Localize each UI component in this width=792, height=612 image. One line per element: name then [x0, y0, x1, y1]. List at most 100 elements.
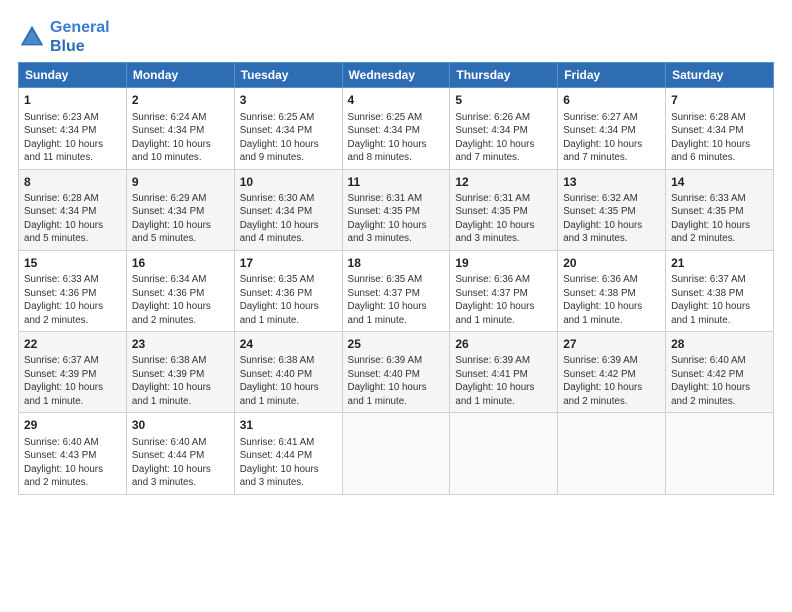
calendar-week-3: 15Sunrise: 6:33 AM Sunset: 4:36 PM Dayli… — [19, 250, 774, 331]
calendar-week-1: 1 Sunrise: 6:23 AM Sunset: 4:34 PM Daylig… — [19, 88, 774, 169]
day-cell-8: 8 Sunrise: 6:28 AM Sunset: 4:34 PM Daylig… — [19, 169, 127, 250]
day-cell-11: 11Sunrise: 6:31 AM Sunset: 4:35 PM Dayli… — [342, 169, 450, 250]
day-cell-17: 17Sunrise: 6:35 AM Sunset: 4:36 PM Dayli… — [234, 250, 342, 331]
day-info: Sunrise: 6:30 AM Sunset: 4:34 PM Dayligh… — [240, 192, 337, 246]
day-number: 9 — [132, 174, 229, 190]
day-cell-24: 24 Sunrise: 6:38 AM Sunset: 4:40 PM Dayli… — [234, 332, 342, 413]
day-cell-15: 15Sunrise: 6:33 AM Sunset: 4:36 PM Dayli… — [19, 250, 127, 331]
day-number: 30 — [132, 417, 229, 433]
day-number: 28 — [671, 336, 768, 352]
day-number: 26 — [455, 336, 552, 352]
day-number: 29 — [24, 417, 121, 433]
logo-text: General Blue — [50, 18, 110, 56]
empty-cell — [450, 413, 558, 494]
day-info: Sunrise: 6:36 AM Sunset: 4:37 PM Dayligh… — [455, 273, 552, 327]
day-info: Sunrise: 6:31 AM Sunset: 4:35 PM Dayligh… — [455, 192, 552, 246]
day-number: 24 — [240, 336, 337, 352]
day-info: Sunrise: 6:41 AM Sunset: 4:44 PM Dayligh… — [240, 436, 337, 490]
day-cell-16: 16 Sunrise: 6:34 AM Sunset: 4:36 PM Dayli… — [126, 250, 234, 331]
day-info: Sunrise: 6:32 AM Sunset: 4:35 PM Dayligh… — [563, 192, 660, 246]
day-info: Sunrise: 6:39 AM Sunset: 4:40 PM Dayligh… — [348, 354, 445, 408]
day-number: 31 — [240, 417, 337, 433]
day-cell-14: 14Sunrise: 6:33 AM Sunset: 4:35 PM Dayli… — [666, 169, 774, 250]
day-cell-30: 30 Sunrise: 6:40 AM Sunset: 4:44 PM Dayli… — [126, 413, 234, 494]
day-number: 21 — [671, 255, 768, 271]
calendar-table: SundayMondayTuesdayWednesdayThursdayFrid… — [18, 62, 774, 494]
day-info: Sunrise: 6:25 AM Sunset: 4:34 PM Dayligh… — [240, 111, 337, 165]
day-info: Sunrise: 6:34 AM Sunset: 4:36 PM Dayligh… — [132, 273, 229, 327]
day-cell-4: 4 Sunrise: 6:25 AM Sunset: 4:34 PM Daylig… — [342, 88, 450, 169]
header: General Blue — [18, 18, 774, 56]
day-cell-18: 18Sunrise: 6:35 AM Sunset: 4:37 PM Dayli… — [342, 250, 450, 331]
day-info: Sunrise: 6:29 AM Sunset: 4:34 PM Dayligh… — [132, 192, 229, 246]
day-info: Sunrise: 6:37 AM Sunset: 4:38 PM Dayligh… — [671, 273, 768, 327]
day-info: Sunrise: 6:28 AM Sunset: 4:34 PM Dayligh… — [671, 111, 768, 165]
day-number: 22 — [24, 336, 121, 352]
day-info: Sunrise: 6:38 AM Sunset: 4:39 PM Dayligh… — [132, 354, 229, 408]
day-number: 8 — [24, 174, 121, 190]
day-number: 27 — [563, 336, 660, 352]
col-header-monday: Monday — [126, 63, 234, 88]
day-cell-29: 29 Sunrise: 6:40 AM Sunset: 4:43 PM Dayli… — [19, 413, 127, 494]
day-number: 11 — [348, 174, 445, 190]
day-number: 23 — [132, 336, 229, 352]
day-cell-25: 25Sunrise: 6:39 AM Sunset: 4:40 PM Dayli… — [342, 332, 450, 413]
calendar-week-2: 8 Sunrise: 6:28 AM Sunset: 4:34 PM Daylig… — [19, 169, 774, 250]
day-info: Sunrise: 6:40 AM Sunset: 4:44 PM Dayligh… — [132, 436, 229, 490]
day-number: 19 — [455, 255, 552, 271]
day-number: 17 — [240, 255, 337, 271]
col-header-wednesday: Wednesday — [342, 63, 450, 88]
day-number: 1 — [24, 92, 121, 108]
day-cell-22: 22 Sunrise: 6:37 AM Sunset: 4:39 PM Dayli… — [19, 332, 127, 413]
logo-icon — [18, 23, 46, 51]
day-cell-5: 5 Sunrise: 6:26 AM Sunset: 4:34 PM Daylig… — [450, 88, 558, 169]
empty-cell — [342, 413, 450, 494]
day-info: Sunrise: 6:39 AM Sunset: 4:41 PM Dayligh… — [455, 354, 552, 408]
day-info: Sunrise: 6:37 AM Sunset: 4:39 PM Dayligh… — [24, 354, 121, 408]
col-header-thursday: Thursday — [450, 63, 558, 88]
day-cell-2: 2 Sunrise: 6:24 AM Sunset: 4:34 PM Daylig… — [126, 88, 234, 169]
day-cell-3: 3 Sunrise: 6:25 AM Sunset: 4:34 PM Daylig… — [234, 88, 342, 169]
day-number: 18 — [348, 255, 445, 271]
day-cell-19: 19 Sunrise: 6:36 AM Sunset: 4:37 PM Dayli… — [450, 250, 558, 331]
col-header-friday: Friday — [558, 63, 666, 88]
day-number: 15 — [24, 255, 121, 271]
day-info: Sunrise: 6:24 AM Sunset: 4:34 PM Dayligh… — [132, 111, 229, 165]
day-cell-20: 20Sunrise: 6:36 AM Sunset: 4:38 PM Dayli… — [558, 250, 666, 331]
day-number: 16 — [132, 255, 229, 271]
day-number: 5 — [455, 92, 552, 108]
day-info: Sunrise: 6:40 AM Sunset: 4:43 PM Dayligh… — [24, 436, 121, 490]
empty-cell — [666, 413, 774, 494]
day-info: Sunrise: 6:23 AM Sunset: 4:34 PM Dayligh… — [24, 111, 121, 165]
day-info: Sunrise: 6:39 AM Sunset: 4:42 PM Dayligh… — [563, 354, 660, 408]
day-cell-1: 1 Sunrise: 6:23 AM Sunset: 4:34 PM Daylig… — [19, 88, 127, 169]
day-info: Sunrise: 6:28 AM Sunset: 4:34 PM Dayligh… — [24, 192, 121, 246]
day-cell-13: 13Sunrise: 6:32 AM Sunset: 4:35 PM Dayli… — [558, 169, 666, 250]
day-info: Sunrise: 6:40 AM Sunset: 4:42 PM Dayligh… — [671, 354, 768, 408]
day-cell-27: 27 Sunrise: 6:39 AM Sunset: 4:42 PM Dayli… — [558, 332, 666, 413]
day-cell-7: 7Sunrise: 6:28 AM Sunset: 4:34 PM Daylig… — [666, 88, 774, 169]
day-info: Sunrise: 6:27 AM Sunset: 4:34 PM Dayligh… — [563, 111, 660, 165]
day-info: Sunrise: 6:26 AM Sunset: 4:34 PM Dayligh… — [455, 111, 552, 165]
empty-cell — [558, 413, 666, 494]
logo: General Blue — [18, 18, 110, 56]
col-header-tuesday: Tuesday — [234, 63, 342, 88]
day-cell-6: 6 Sunrise: 6:27 AM Sunset: 4:34 PM Daylig… — [558, 88, 666, 169]
day-cell-12: 12Sunrise: 6:31 AM Sunset: 4:35 PM Dayli… — [450, 169, 558, 250]
day-number: 14 — [671, 174, 768, 190]
day-info: Sunrise: 6:38 AM Sunset: 4:40 PM Dayligh… — [240, 354, 337, 408]
day-cell-21: 21 Sunrise: 6:37 AM Sunset: 4:38 PM Dayli… — [666, 250, 774, 331]
day-number: 6 — [563, 92, 660, 108]
day-info: Sunrise: 6:25 AM Sunset: 4:34 PM Dayligh… — [348, 111, 445, 165]
day-number: 2 — [132, 92, 229, 108]
day-cell-23: 23 Sunrise: 6:38 AM Sunset: 4:39 PM Dayli… — [126, 332, 234, 413]
day-number: 4 — [348, 92, 445, 108]
day-number: 10 — [240, 174, 337, 190]
day-number: 20 — [563, 255, 660, 271]
day-cell-31: 31 Sunrise: 6:41 AM Sunset: 4:44 PM Dayli… — [234, 413, 342, 494]
calendar-week-4: 22 Sunrise: 6:37 AM Sunset: 4:39 PM Dayli… — [19, 332, 774, 413]
col-header-sunday: Sunday — [19, 63, 127, 88]
page-container: General Blue SundayMondayTuesdayWednesda… — [0, 0, 792, 505]
day-number: 3 — [240, 92, 337, 108]
calendar-week-5: 29 Sunrise: 6:40 AM Sunset: 4:43 PM Dayli… — [19, 413, 774, 494]
